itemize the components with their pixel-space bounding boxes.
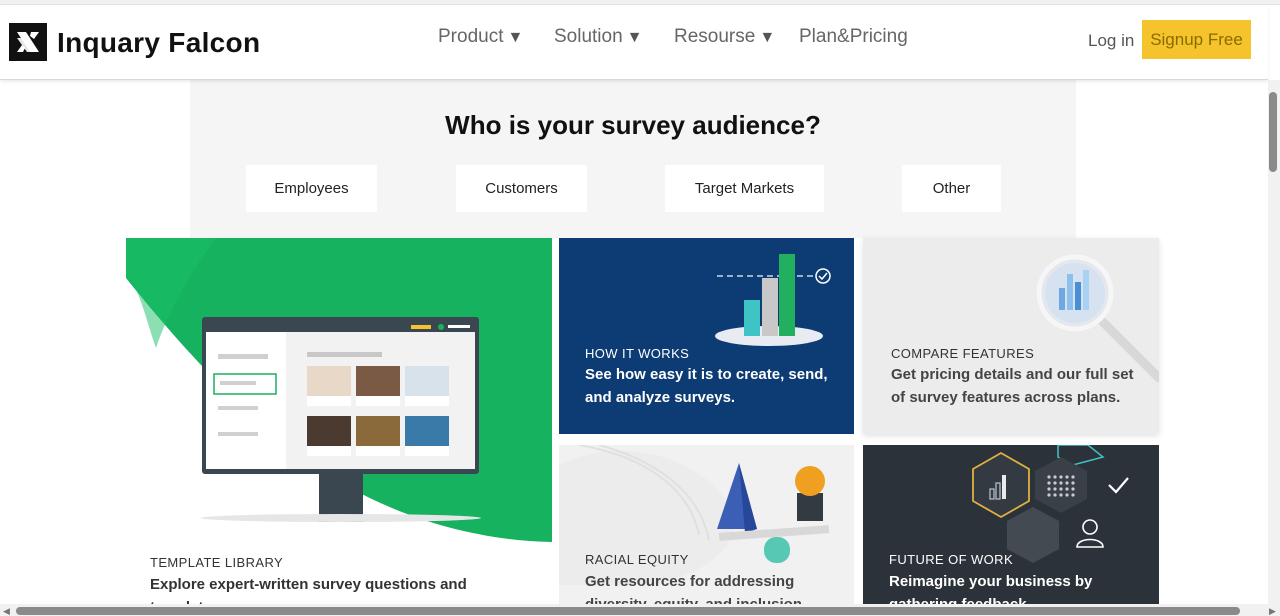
logo-icon[interactable]	[9, 23, 47, 61]
chevron-down-icon: ▼	[507, 29, 524, 46]
chevron-down-icon: ▼	[759, 29, 776, 46]
nav-product-label: Product	[438, 26, 504, 47]
audience-option-employees[interactable]: Employees	[246, 165, 377, 212]
login-link[interactable]: Log in	[1088, 31, 1134, 51]
racial-equity-label: RACIAL EQUITY	[585, 552, 689, 567]
audience-option-target-markets[interactable]: Target Markets	[665, 165, 824, 212]
compare-features-text-line-2: of survey features across plans.	[891, 389, 1121, 406]
future-of-work-card[interactable]: FUTURE OF WORK Reimagine your business b…	[863, 445, 1159, 616]
audience-panel: Who is your survey audience? Employees C…	[190, 80, 1076, 238]
nav-product[interactable]: Product ▼	[438, 26, 523, 48]
brand-name[interactable]: Inquary Falcon	[57, 27, 260, 59]
nav-resourse-label: Resourse	[674, 26, 756, 47]
how-it-works-text-line-1: See how easy it is to create, send,	[585, 366, 828, 383]
racial-equity-text-line-1: Get resources for addressing	[585, 573, 795, 590]
browser-viewport: Inquary Falcon Product ▼ Solution ▼ Resour…	[0, 0, 1280, 616]
template-library-card[interactable]: TEMPLATE LIBRARY Explore expert-written …	[126, 238, 552, 616]
site-header: Inquary Falcon Product ▼ Solution ▼ Resour…	[0, 5, 1268, 80]
nav-plan-pricing[interactable]: Plan&Pricing	[799, 26, 908, 48]
how-it-works-text: See how easy it is to create, send, and …	[585, 363, 845, 409]
how-it-works-label: HOW IT WORKS	[585, 346, 690, 361]
scroll-left-arrow-icon[interactable]: ◀	[3, 606, 10, 616]
signup-button[interactable]: Signup Free	[1142, 20, 1251, 59]
future-of-work-label: FUTURE OF WORK	[889, 552, 1014, 567]
future-of-work-text-line-1: Reimagine your business by	[889, 573, 1093, 590]
nav-plan-pricing-label: Plan&Pricing	[799, 26, 908, 47]
chevron-down-icon: ▼	[626, 29, 643, 46]
scroll-right-arrow-icon[interactable]: ▶	[1269, 606, 1276, 616]
compare-features-label: COMPARE FEATURES	[891, 346, 1035, 361]
nav-resourse[interactable]: Resourse ▼	[674, 26, 775, 48]
audience-title: Who is your survey audience?	[445, 110, 821, 140]
vertical-scrollbar-thumb[interactable]	[1269, 92, 1277, 172]
compare-features-text: Get pricing details and our full set of …	[891, 363, 1151, 409]
compare-features-text-line-1: Get pricing details and our full set	[891, 366, 1134, 383]
audience-option-other[interactable]: Other	[902, 165, 1001, 212]
template-library-label: TEMPLATE LIBRARY	[150, 555, 284, 570]
horizontal-scrollbar-thumb[interactable]	[16, 607, 1240, 615]
racial-equity-card[interactable]: RACIAL EQUITY Get resources for addressi…	[559, 445, 854, 616]
compare-features-card[interactable]: COMPARE FEATURES Get pricing details and…	[863, 238, 1159, 434]
nav-solution[interactable]: Solution ▼	[554, 26, 643, 48]
how-it-works-card[interactable]: HOW IT WORKS See how easy it is to creat…	[559, 238, 854, 434]
nav-solution-label: Solution	[554, 26, 623, 47]
how-it-works-text-line-2: and analyze surveys.	[585, 389, 736, 406]
audience-option-customers[interactable]: Customers	[456, 165, 587, 212]
